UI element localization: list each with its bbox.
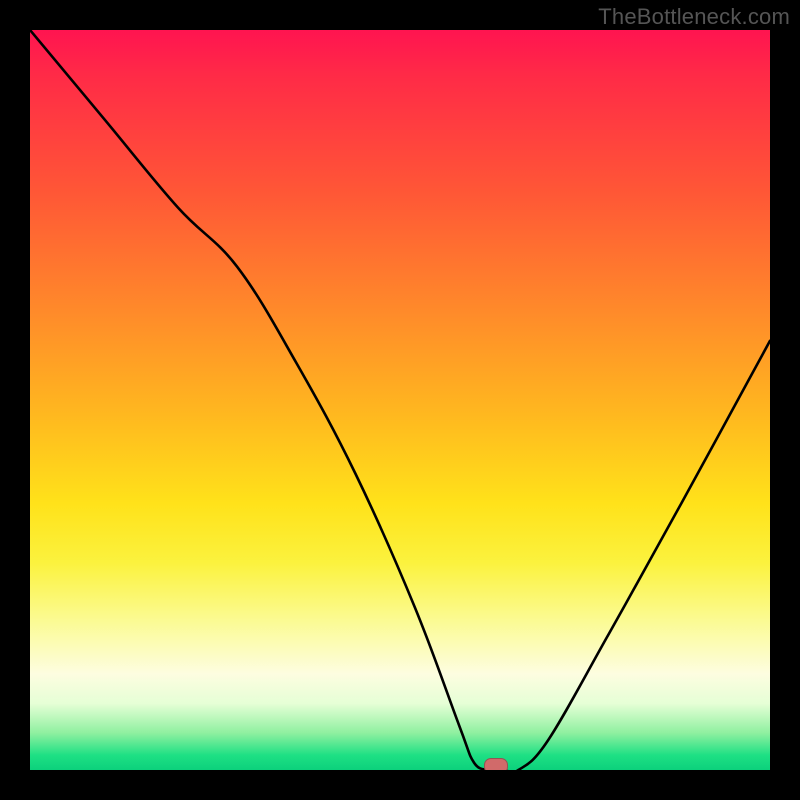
curve-path xyxy=(30,30,770,770)
curve-svg xyxy=(30,30,770,770)
chart-frame: TheBottleneck.com xyxy=(0,0,800,800)
marker-dot xyxy=(484,758,508,770)
watermark-text: TheBottleneck.com xyxy=(598,4,790,30)
plot-area xyxy=(30,30,770,770)
